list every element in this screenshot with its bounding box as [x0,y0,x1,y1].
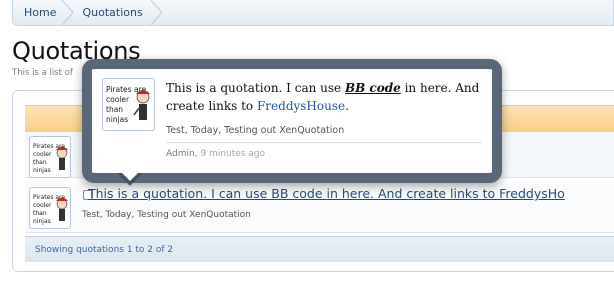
tooltip-meta: Test, Today, Testing out XenQuotation [166,125,482,143]
breadcrumb-separator-icon [150,0,163,25]
pagination-summary: Showing quotations 1 to 2 of 2 [35,245,174,255]
breadcrumb-home-label: Home [24,6,57,19]
breadcrumb-quotations-label: Quotations [82,6,143,19]
tooltip-thumbnail: Pirates are cooler than ninjas [102,78,155,131]
svg-text:than: than [33,210,47,217]
page-description: This is a list of [12,68,73,78]
tooltip-pointer-inner [121,172,139,181]
breadcrumb: Home Quotations [12,0,614,26]
svg-text:ninjas: ninjas [106,115,128,124]
quotation-preview-tooltip: Pirates are cooler than ninjas This is a… [82,59,502,183]
author-name[interactable]: Admin [166,149,195,159]
post-time: 9 minutes ago [200,149,266,159]
quotation-row: Pirates are cooler than ninjas This is a… [25,183,614,233]
breadcrumb-quotations[interactable]: Quotations [74,0,163,25]
svg-text:than: than [33,159,47,166]
bb-code-emphasis: BB code [344,81,401,95]
svg-text:ninjas: ninjas [33,218,51,225]
breadcrumb-home[interactable]: Home [13,0,75,25]
quotation-thumbnail[interactable]: Pirates are cooler than ninjas [29,187,71,229]
pirate-ninja-image: Pirates are cooler than ninjas [33,194,68,225]
quotation-title-link[interactable]: This is a quotation. I can use BB code i… [88,186,565,201]
breadcrumb-separator-icon [62,0,75,25]
svg-text:ninjas: ninjas [33,167,51,174]
svg-text:than: than [106,105,123,114]
panel-footer: Showing quotations 1 to 2 of 2 [25,236,614,262]
tooltip-author-line: Admin, 9 minutes ago [166,149,266,159]
tooltip-quote-text: This is a quotation. I can use BB code i… [166,81,480,113]
svg-text:cooler: cooler [33,151,52,158]
svg-text:cooler: cooler [106,95,130,104]
quotation-thumbnail[interactable]: Pirates are cooler than ninjas [29,136,71,178]
freddyshouse-link[interactable]: FreddysHouse [257,99,345,113]
row-meta: Test, Today, Testing out XenQuotation [82,210,251,220]
svg-text:cooler: cooler [33,202,52,209]
pirate-ninja-image: Pirates are cooler than ninjas [106,85,150,124]
pirate-ninja-image: Pirates are cooler than ninjas [33,143,68,174]
